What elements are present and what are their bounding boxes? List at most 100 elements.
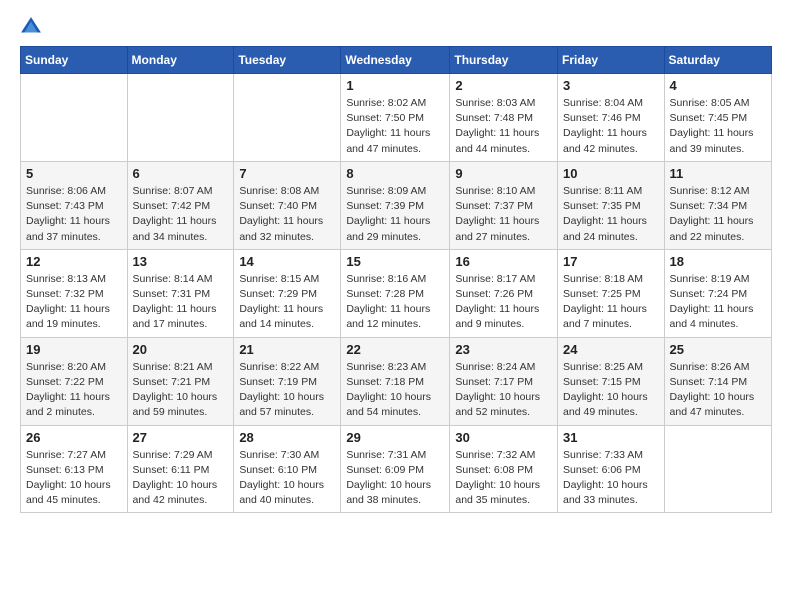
calendar-header-friday: Friday xyxy=(558,47,665,74)
day-number: 13 xyxy=(133,254,229,269)
calendar-cell: 31 Sunrise: 7:33 AMSunset: 6:06 PMDayligh… xyxy=(558,425,665,513)
day-info: Sunrise: 8:25 AMSunset: 7:15 PMDaylight:… xyxy=(563,360,659,421)
calendar-cell: 15 Sunrise: 8:16 AMSunset: 7:28 PMDayligh… xyxy=(341,249,450,337)
day-info: Sunrise: 7:32 AMSunset: 6:08 PMDaylight:… xyxy=(455,448,552,509)
day-number: 24 xyxy=(563,342,659,357)
calendar-cell: 6 Sunrise: 8:07 AMSunset: 7:42 PMDaylight… xyxy=(127,161,234,249)
page-container: SundayMondayTuesdayWednesdayThursdayFrid… xyxy=(0,0,792,523)
day-number: 10 xyxy=(563,166,659,181)
day-info: Sunrise: 8:09 AMSunset: 7:39 PMDaylight:… xyxy=(346,184,444,245)
day-info: Sunrise: 8:11 AMSunset: 7:35 PMDaylight:… xyxy=(563,184,659,245)
day-number: 4 xyxy=(670,78,766,93)
calendar-cell: 28 Sunrise: 7:30 AMSunset: 6:10 PMDayligh… xyxy=(234,425,341,513)
calendar-cell: 17 Sunrise: 8:18 AMSunset: 7:25 PMDayligh… xyxy=(558,249,665,337)
day-info: Sunrise: 8:12 AMSunset: 7:34 PMDaylight:… xyxy=(670,184,766,245)
day-number: 31 xyxy=(563,430,659,445)
calendar-week-row: 12Sunrise: 8:13 AMSunset: 7:32 PMDayligh… xyxy=(21,249,772,337)
day-info: Sunrise: 7:33 AMSunset: 6:06 PMDaylight:… xyxy=(563,448,659,509)
day-number: 12 xyxy=(26,254,122,269)
calendar-cell: 5Sunrise: 8:06 AMSunset: 7:43 PMDaylight… xyxy=(21,161,128,249)
calendar-cell: 14 Sunrise: 8:15 AMSunset: 7:29 PMDayligh… xyxy=(234,249,341,337)
calendar-cell: 1 Sunrise: 8:02 AMSunset: 7:50 PMDaylight… xyxy=(341,74,450,162)
day-number: 7 xyxy=(239,166,335,181)
day-number: 21 xyxy=(239,342,335,357)
calendar-cell: 12Sunrise: 8:13 AMSunset: 7:32 PMDayligh… xyxy=(21,249,128,337)
calendar-cell: 26 Sunrise: 7:27 AMSunset: 6:13 PMDayligh… xyxy=(21,425,128,513)
day-info: Sunrise: 8:07 AMSunset: 7:42 PMDaylight:… xyxy=(133,184,229,245)
calendar-cell: 2 Sunrise: 8:03 AMSunset: 7:48 PMDaylight… xyxy=(450,74,558,162)
day-info: Sunrise: 7:27 AMSunset: 6:13 PMDaylight:… xyxy=(26,448,122,509)
calendar-header-wednesday: Wednesday xyxy=(341,47,450,74)
day-info: Sunrise: 7:30 AMSunset: 6:10 PMDaylight:… xyxy=(239,448,335,509)
day-info: Sunrise: 8:15 AMSunset: 7:29 PMDaylight:… xyxy=(239,272,335,333)
calendar-cell: 20 Sunrise: 8:21 AMSunset: 7:21 PMDayligh… xyxy=(127,337,234,425)
calendar-cell: 10 Sunrise: 8:11 AMSunset: 7:35 PMDayligh… xyxy=(558,161,665,249)
calendar-header-row: SundayMondayTuesdayWednesdayThursdayFrid… xyxy=(21,47,772,74)
day-number: 9 xyxy=(455,166,552,181)
calendar-week-row: 1 Sunrise: 8:02 AMSunset: 7:50 PMDaylight… xyxy=(21,74,772,162)
day-number: 3 xyxy=(563,78,659,93)
calendar-cell: 18Sunrise: 8:19 AMSunset: 7:24 PMDayligh… xyxy=(664,249,771,337)
day-info: Sunrise: 8:18 AMSunset: 7:25 PMDaylight:… xyxy=(563,272,659,333)
calendar-cell: 24 Sunrise: 8:25 AMSunset: 7:15 PMDayligh… xyxy=(558,337,665,425)
day-info: Sunrise: 8:03 AMSunset: 7:48 PMDaylight:… xyxy=(455,96,552,157)
day-number: 30 xyxy=(455,430,552,445)
calendar-week-row: 19Sunrise: 8:20 AMSunset: 7:22 PMDayligh… xyxy=(21,337,772,425)
day-info: Sunrise: 8:22 AMSunset: 7:19 PMDaylight:… xyxy=(239,360,335,421)
day-number: 19 xyxy=(26,342,122,357)
calendar-cell: 29Sunrise: 7:31 AMSunset: 6:09 PMDayligh… xyxy=(341,425,450,513)
day-info: Sunrise: 8:16 AMSunset: 7:28 PMDaylight:… xyxy=(346,272,444,333)
day-number: 2 xyxy=(455,78,552,93)
calendar-cell: 4 Sunrise: 8:05 AMSunset: 7:45 PMDaylight… xyxy=(664,74,771,162)
calendar-cell xyxy=(127,74,234,162)
calendar-cell: 23 Sunrise: 8:24 AMSunset: 7:17 PMDayligh… xyxy=(450,337,558,425)
calendar-week-row: 5Sunrise: 8:06 AMSunset: 7:43 PMDaylight… xyxy=(21,161,772,249)
day-info: Sunrise: 8:24 AMSunset: 7:17 PMDaylight:… xyxy=(455,360,552,421)
day-number: 5 xyxy=(26,166,122,181)
day-info: Sunrise: 8:21 AMSunset: 7:21 PMDaylight:… xyxy=(133,360,229,421)
calendar-cell xyxy=(234,74,341,162)
calendar-cell xyxy=(21,74,128,162)
calendar-cell xyxy=(664,425,771,513)
day-number: 6 xyxy=(133,166,229,181)
calendar-cell: 22 Sunrise: 8:23 AMSunset: 7:18 PMDayligh… xyxy=(341,337,450,425)
day-number: 20 xyxy=(133,342,229,357)
day-info: Sunrise: 8:17 AMSunset: 7:26 PMDaylight:… xyxy=(455,272,552,333)
day-info: Sunrise: 8:10 AMSunset: 7:37 PMDaylight:… xyxy=(455,184,552,245)
day-info: Sunrise: 7:31 AMSunset: 6:09 PMDaylight:… xyxy=(346,448,444,509)
calendar-cell: 19Sunrise: 8:20 AMSunset: 7:22 PMDayligh… xyxy=(21,337,128,425)
day-number: 27 xyxy=(133,430,229,445)
calendar-header-saturday: Saturday xyxy=(664,47,771,74)
day-number: 1 xyxy=(346,78,444,93)
logo-icon xyxy=(20,16,42,38)
day-number: 22 xyxy=(346,342,444,357)
day-number: 15 xyxy=(346,254,444,269)
day-number: 14 xyxy=(239,254,335,269)
calendar-cell: 11Sunrise: 8:12 AMSunset: 7:34 PMDayligh… xyxy=(664,161,771,249)
day-info: Sunrise: 8:26 AMSunset: 7:14 PMDaylight:… xyxy=(670,360,766,421)
day-info: Sunrise: 8:04 AMSunset: 7:46 PMDaylight:… xyxy=(563,96,659,157)
calendar-cell: 27 Sunrise: 7:29 AMSunset: 6:11 PMDayligh… xyxy=(127,425,234,513)
calendar-cell: 9 Sunrise: 8:10 AMSunset: 7:37 PMDaylight… xyxy=(450,161,558,249)
calendar-header-monday: Monday xyxy=(127,47,234,74)
day-info: Sunrise: 8:02 AMSunset: 7:50 PMDaylight:… xyxy=(346,96,444,157)
day-info: Sunrise: 8:08 AMSunset: 7:40 PMDaylight:… xyxy=(239,184,335,245)
calendar-cell: 8Sunrise: 8:09 AMSunset: 7:39 PMDaylight… xyxy=(341,161,450,249)
calendar-cell: 21 Sunrise: 8:22 AMSunset: 7:19 PMDayligh… xyxy=(234,337,341,425)
header xyxy=(20,16,772,38)
calendar-cell: 16 Sunrise: 8:17 AMSunset: 7:26 PMDayligh… xyxy=(450,249,558,337)
day-number: 28 xyxy=(239,430,335,445)
day-number: 23 xyxy=(455,342,552,357)
day-info: Sunrise: 8:05 AMSunset: 7:45 PMDaylight:… xyxy=(670,96,766,157)
calendar-week-row: 26 Sunrise: 7:27 AMSunset: 6:13 PMDayligh… xyxy=(21,425,772,513)
calendar-header-sunday: Sunday xyxy=(21,47,128,74)
calendar-cell: 30 Sunrise: 7:32 AMSunset: 6:08 PMDayligh… xyxy=(450,425,558,513)
calendar-cell: 25Sunrise: 8:26 AMSunset: 7:14 PMDayligh… xyxy=(664,337,771,425)
logo xyxy=(20,16,46,38)
day-number: 26 xyxy=(26,430,122,445)
day-number: 17 xyxy=(563,254,659,269)
day-info: Sunrise: 7:29 AMSunset: 6:11 PMDaylight:… xyxy=(133,448,229,509)
day-number: 16 xyxy=(455,254,552,269)
day-info: Sunrise: 8:23 AMSunset: 7:18 PMDaylight:… xyxy=(346,360,444,421)
calendar-table: SundayMondayTuesdayWednesdayThursdayFrid… xyxy=(20,46,772,513)
